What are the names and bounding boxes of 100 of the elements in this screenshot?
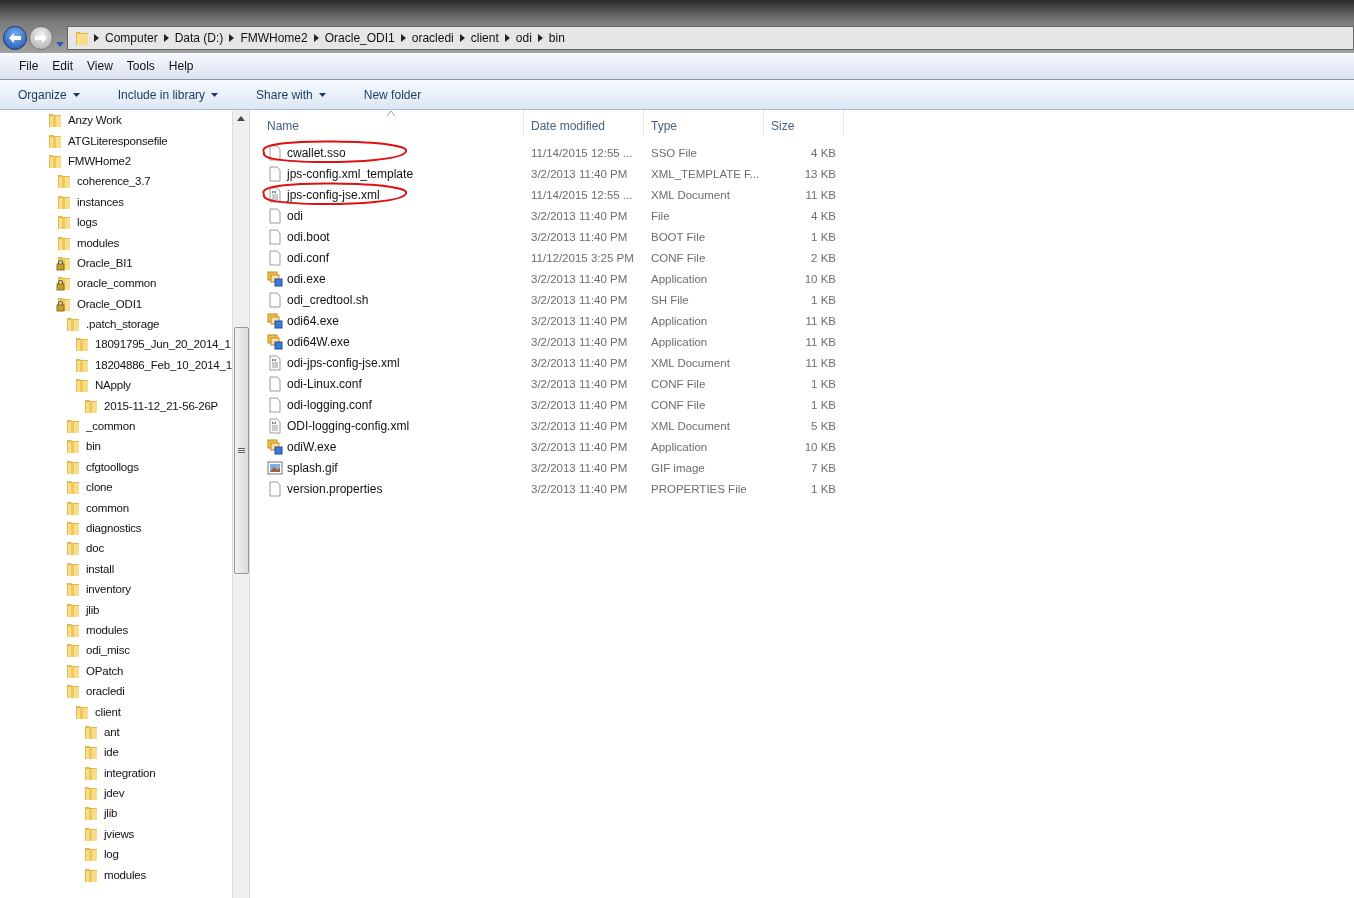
arrow-left-icon: [8, 32, 22, 44]
tree-item[interactable]: inventory: [86, 583, 131, 596]
file-name[interactable]: odi-logging.conf: [287, 397, 372, 412]
tree-item[interactable]: jviews: [104, 827, 135, 840]
tree-item[interactable]: _common: [86, 420, 136, 433]
tree-item[interactable]: bin: [86, 440, 101, 453]
blank-file-icon: [267, 396, 283, 413]
tree-item[interactable]: logs: [77, 216, 98, 229]
tree-item[interactable]: oracle_common: [77, 277, 157, 290]
file-type: Application: [650, 272, 709, 285]
date-modified: 11/14/2015 12:55 ...: [530, 188, 634, 201]
document-file-icon: [267, 417, 283, 434]
file-name[interactable]: odi.conf: [287, 250, 330, 265]
tree-item[interactable]: modules: [104, 868, 147, 881]
tree-item[interactable]: integration: [104, 766, 156, 779]
tree-item[interactable]: cfgtoollogs: [86, 460, 139, 473]
tree-item[interactable]: modules: [86, 623, 129, 636]
file-size: 4 KB: [810, 209, 837, 222]
file-name[interactable]: odi_credtool.sh: [287, 292, 369, 307]
file-size: 4 KB: [810, 146, 837, 159]
arrow-right-icon: [34, 32, 48, 44]
file-size: 5 KB: [810, 419, 837, 432]
tree-item[interactable]: NApply: [95, 379, 131, 392]
tree-item[interactable]: common: [86, 501, 129, 514]
tree-item[interactable]: jdev: [104, 787, 125, 800]
breadcrumb-segment[interactable]: odi: [513, 31, 534, 45]
menu-item[interactable]: Tools: [119, 57, 162, 75]
address-bar[interactable]: Computer Data (D:) FMWHome2 Oracle_ODI1 oracledi client odi bin: [67, 26, 1354, 50]
breadcrumb-segment[interactable]: Data (D:): [172, 31, 226, 45]
date-modified: 3/2/2013 11:40 PM: [530, 440, 629, 453]
tree-item[interactable]: ant: [104, 725, 120, 738]
column-header[interactable]: Size: [764, 110, 844, 136]
tree-item[interactable]: 18204886_Feb_10_2014_1: [95, 358, 232, 371]
blank-file-icon: [267, 480, 283, 497]
column-header[interactable]: Name: [260, 110, 524, 136]
tree-item[interactable]: coherence_3.7: [77, 175, 151, 188]
menu-item[interactable]: Edit: [45, 57, 81, 75]
breadcrumb-segment[interactable]: oracledi: [409, 31, 456, 45]
column-header[interactable]: Type: [644, 110, 764, 136]
scroll-up-icon[interactable]: [237, 116, 245, 121]
chevron-right-icon: [163, 34, 169, 42]
tree-item[interactable]: log: [104, 848, 119, 861]
tree-item[interactable]: OPatch: [86, 664, 124, 677]
file-size: 11 KB: [804, 356, 837, 369]
menu-item[interactable]: Help: [161, 57, 201, 75]
tree-item[interactable]: ATGLiteresponsefile: [68, 134, 168, 147]
forward-button[interactable]: [29, 26, 53, 50]
tree-item[interactable]: odi_misc: [86, 644, 130, 657]
breadcrumb-segment[interactable]: FMWHome2: [238, 31, 310, 45]
toolbar-button[interactable]: Share with: [248, 84, 334, 105]
column-header[interactable]: Date modified: [524, 110, 644, 136]
tree-item[interactable]: modules: [77, 236, 120, 249]
file-name[interactable]: jps-config.xml_template: [287, 166, 414, 181]
breadcrumb-segment[interactable]: bin: [546, 31, 567, 45]
tree-item[interactable]: diagnostics: [86, 522, 142, 534]
chevron-right-icon: [94, 34, 99, 42]
file-name[interactable]: splash.gif: [287, 460, 338, 475]
file-name[interactable]: odi64W.exe: [287, 334, 350, 349]
chevron-right-icon: [229, 34, 235, 42]
back-button[interactable]: [3, 26, 27, 50]
tree-item[interactable]: Oracle_ODI1: [77, 297, 142, 310]
tree-item[interactable]: FMWHome2: [68, 154, 131, 167]
file-name[interactable]: odiW.exe: [287, 439, 337, 454]
file-name[interactable]: odi: [287, 208, 303, 223]
toolbar-button[interactable]: Organize: [10, 84, 88, 105]
breadcrumb-segment[interactable]: Computer: [103, 31, 160, 45]
tree-item[interactable]: oracledi: [86, 685, 125, 698]
tree-item[interactable]: 18091795_Jun_20_2014_1: [95, 338, 231, 351]
toolbar-button[interactable]: New folder: [355, 84, 430, 105]
date-modified: 3/2/2013 11:40 PM: [530, 377, 629, 390]
file-name[interactable]: odi-jps-config-jse.xml: [287, 355, 400, 370]
tree-item[interactable]: ide: [104, 746, 119, 759]
tree-item[interactable]: Anzy Work: [68, 114, 122, 127]
tree-item[interactable]: install: [86, 562, 114, 575]
tree-item[interactable]: doc: [86, 542, 104, 555]
file-name[interactable]: odi64.exe: [287, 313, 340, 328]
file-name[interactable]: odi.exe: [287, 271, 326, 286]
application-icon: [267, 312, 283, 329]
menu-item[interactable]: File: [12, 57, 46, 75]
file-name[interactable]: odi.boot: [287, 229, 330, 244]
breadcrumb-segment[interactable]: Oracle_ODI1: [322, 31, 397, 45]
file-name[interactable]: ODI-logging-config.xml: [287, 418, 410, 433]
menu-item[interactable]: View: [80, 57, 120, 75]
scrollbar[interactable]: [232, 110, 250, 898]
tree-item[interactable]: Oracle_BI1: [77, 256, 133, 269]
file-name[interactable]: version.properties: [287, 481, 383, 496]
tree-item[interactable]: .patch_storage: [86, 318, 160, 331]
tree-item[interactable]: clone: [86, 481, 113, 494]
toolbar-button[interactable]: Include in library: [109, 84, 227, 105]
file-name[interactable]: odi-Linux.conf: [287, 376, 362, 391]
date-modified: 3/2/2013 11:40 PM: [530, 482, 629, 495]
file-type: File: [650, 209, 671, 222]
blank-file-icon: [267, 144, 283, 161]
tree-item[interactable]: jlib: [104, 807, 118, 820]
tree-item[interactable]: instances: [77, 195, 124, 208]
tree-item[interactable]: client: [95, 705, 121, 718]
scrollbar-thumb[interactable]: [233, 327, 249, 574]
breadcrumb-segment[interactable]: client: [468, 31, 501, 45]
tree-item[interactable]: 2015-11-12_21-56-26P: [104, 399, 219, 412]
tree-item[interactable]: jlib: [86, 603, 100, 616]
